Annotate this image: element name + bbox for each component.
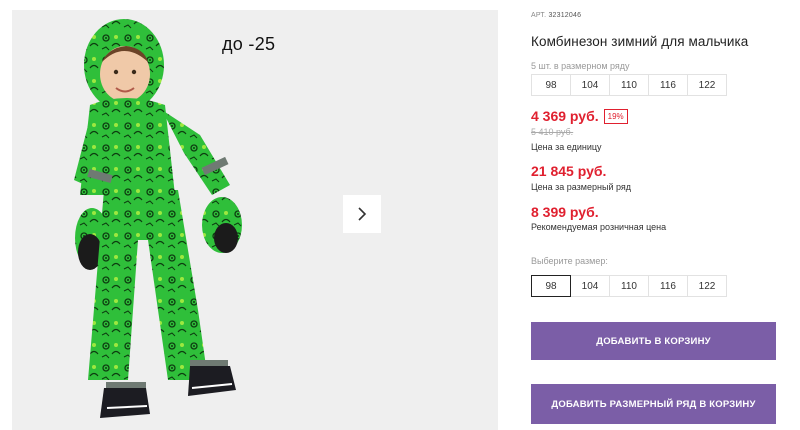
size-option-104[interactable]: 104 (570, 275, 610, 297)
old-price: 5 410 руб. (531, 127, 574, 137)
next-image-button[interactable] (343, 195, 381, 233)
size-option-116[interactable]: 116 (648, 275, 688, 297)
add-size-row-to-cart-button[interactable]: ДОБАВИТЬ РАЗМЕРНЫЙ РЯД В КОРЗИНУ (531, 384, 776, 424)
size-row-item: 98 (531, 74, 571, 96)
size-row-list: 98 104 110 116 122 (531, 74, 727, 96)
size-row-item: 104 (570, 74, 610, 96)
article-label: АРТ. (531, 12, 547, 19)
unit-price-caption: Цена за единицу (531, 142, 602, 152)
size-row-item: 110 (609, 74, 649, 96)
pack-price: 21 845 руб. (531, 163, 607, 179)
size-option-98[interactable]: 98 (531, 275, 571, 297)
article-value: 32312046 (548, 12, 582, 19)
rrp-price: 8 399 руб. (531, 204, 599, 220)
chevron-right-icon (358, 207, 367, 221)
unit-price: 4 369 руб. (531, 108, 599, 124)
product-title: Комбинезон зимний для мальчика (531, 34, 749, 49)
add-to-cart-button[interactable]: ДОБАВИТЬ В КОРЗИНУ (531, 322, 776, 360)
pack-price-caption: Цена за размерный ряд (531, 182, 632, 192)
rrp-price-caption: Рекомендуемая розничная цена (531, 222, 667, 232)
size-option-122[interactable]: 122 (687, 275, 727, 297)
temperature-rating-label: до -25 (222, 34, 276, 54)
size-selector: 98 104 110 116 122 (531, 275, 727, 297)
size-row-item: 122 (687, 74, 727, 96)
size-row-note: 5 шт. в размерном ряду (531, 61, 630, 71)
article-number: АРТ. 32312046 (531, 12, 581, 19)
product-image[interactable]: до -25 (12, 10, 322, 430)
size-row-item: 116 (648, 74, 688, 96)
unit-price-block: 4 369 руб. 19% (531, 108, 628, 124)
discount-badge: 19% (603, 108, 628, 124)
size-select-label: Выберите размер: (531, 256, 608, 266)
size-option-110[interactable]: 110 (609, 275, 649, 297)
child-in-snowsuit-illustration (74, 19, 242, 418)
